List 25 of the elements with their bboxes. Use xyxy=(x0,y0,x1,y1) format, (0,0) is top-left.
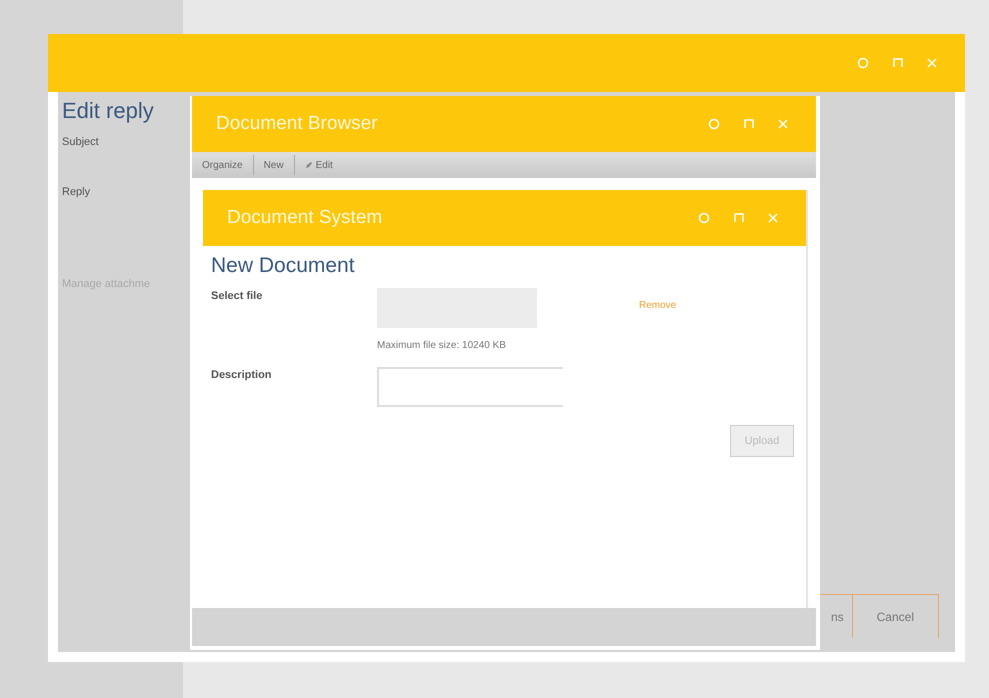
maximize-icon[interactable] xyxy=(734,213,744,223)
remove-link[interactable]: Remove xyxy=(537,288,798,311)
field-label: Description xyxy=(211,368,273,381)
close-icon[interactable] xyxy=(927,58,937,68)
refresh-icon[interactable] xyxy=(708,118,720,130)
close-icon[interactable] xyxy=(768,213,778,223)
dialog-heading: Edit reply xyxy=(62,98,154,124)
toolbar-button[interactable]: Organize xyxy=(192,155,254,175)
toolbar-button[interactable]: New xyxy=(254,155,295,175)
pencil-icon xyxy=(304,161,313,169)
field-label: Select file xyxy=(211,289,264,302)
window-title: Document System xyxy=(227,207,382,229)
refresh-icon[interactable] xyxy=(857,57,869,69)
maximize-icon[interactable] xyxy=(744,119,754,129)
file-size-hint: Maximum file size: 10240 KB xyxy=(377,340,507,351)
field-label: Subject xyxy=(62,136,99,148)
close-icon[interactable] xyxy=(778,119,788,129)
maximize-icon[interactable] xyxy=(893,58,903,68)
field-label: Reply xyxy=(62,186,90,198)
footer-button[interactable]: Cancel xyxy=(852,594,939,638)
window-title: Document Browser xyxy=(216,113,378,135)
form-heading: New Document xyxy=(211,254,356,278)
refresh-icon[interactable] xyxy=(698,212,710,224)
toolbar-button[interactable]: Edit xyxy=(294,155,343,175)
description-field[interactable] xyxy=(377,367,563,407)
